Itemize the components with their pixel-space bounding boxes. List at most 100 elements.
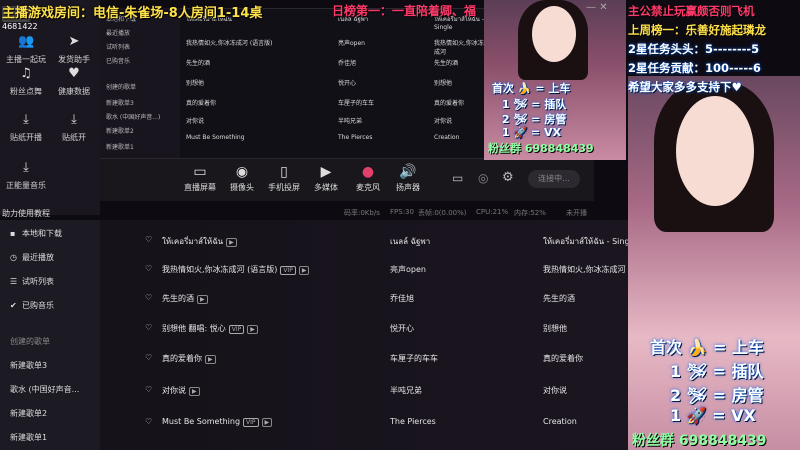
sidebar-item-local[interactable]: ▪ 本地和下载 [10, 228, 62, 239]
song-title: 真的爱着你 ▶ [162, 353, 216, 364]
sidebar-section-created: 创建的歌单 [10, 337, 50, 346]
heart-icon[interactable]: ♡ [145, 385, 152, 394]
song-artist[interactable]: 半吨兄弟 [390, 385, 422, 396]
song-artist[interactable]: 悦开心 [390, 323, 414, 334]
song-artist[interactable]: The Pierces [390, 417, 436, 426]
caption-line: 1 🚀 = VX [502, 126, 562, 139]
screen-icon: ▭ [193, 164, 207, 180]
mic-button[interactable]: ● 麦克风 [346, 164, 390, 193]
rail-button-music[interactable]: ⤓ 正能量音乐 [2, 160, 50, 191]
song-album[interactable]: Creation [543, 417, 577, 426]
connect-button[interactable]: 连接中... [528, 170, 580, 188]
song-artist[interactable]: 亮声open [390, 264, 426, 275]
play-icon[interactable]: ▶ [197, 295, 208, 304]
info-line: 上周榜一：乐善好施起璘龙 [628, 23, 766, 37]
heart-icon[interactable]: ♡ [145, 323, 152, 332]
song-album[interactable]: 我热情如火,你冰冻成河 [543, 264, 626, 275]
bell-icon: ♫ [20, 66, 32, 81]
fan-group-number: 粉丝群 698848439 [488, 142, 594, 155]
users-icon: 👥 [18, 34, 35, 49]
play-icon[interactable]: ▶ [247, 325, 258, 334]
sidebar-item-playlist[interactable]: 新建歌单2 [10, 408, 47, 419]
rail-button-fan-dance[interactable]: ♫ 粉丝点舞 [2, 66, 50, 97]
heart-pulse-icon: ♥ [68, 66, 80, 81]
song-album[interactable]: 对你说 [543, 385, 567, 396]
song-artist[interactable]: 乔佳旭 [390, 293, 414, 304]
download-icon: ⤓ [71, 112, 77, 127]
song-artist[interactable]: เนลล์ ฉัฐพา [390, 235, 430, 248]
minimize-icon[interactable]: — [586, 2, 596, 13]
song-album[interactable]: ให้เคอรี่มาส์ให้ฉัน - Single [543, 235, 637, 248]
song-title: 我热情如火,你冰冻成河 (语言版) VIP ▶ [162, 264, 310, 275]
camera-button[interactable]: ◉ 摄像头 [220, 164, 264, 193]
song-artist[interactable]: 车厘子的车车 [390, 353, 438, 364]
song-album[interactable]: 先生的酒 [543, 293, 575, 304]
mini-sidebar-item[interactable]: 新建歌单1 [106, 142, 134, 151]
gear-icon[interactable]: ⚙ [502, 170, 514, 185]
sidebar-item-recent[interactable]: ◷ 最近播放 [10, 252, 54, 263]
mic-icon: ● [361, 164, 375, 180]
mini-sidebar-item[interactable]: 新建歌单2 [106, 126, 134, 135]
eye-icon[interactable]: ◎ [478, 171, 488, 185]
media-button[interactable]: ▶ 多媒体 [304, 164, 348, 193]
mini-sidebar-item[interactable]: 歌水 (中国好声音...) [106, 112, 160, 121]
info-line: 2星任务贡献：100-----6 [628, 61, 761, 75]
mini-sidebar-item[interactable]: 新建歌单3 [106, 98, 134, 107]
speaker-icon: 🔊 [399, 164, 417, 180]
table-row[interactable]: ♡ 我热情如火,你冰冻成河 (语言版) VIP ▶ 亮声open 我热情如火,你冰冻… [100, 259, 628, 281]
sidebar-item-purchased[interactable]: ✔ 已购音乐 [10, 300, 54, 311]
play-icon[interactable]: ▶ [298, 266, 310, 275]
caption-line: 1 🛩 = 插队 [670, 362, 764, 381]
song-title: 别想他 翻唱: 悦心 VIP ▶ [162, 323, 258, 334]
table-row[interactable]: ♡ 别想他 翻唱: 悦心 VIP ▶ 悦开心 别想他 [100, 318, 628, 340]
speaker-button[interactable]: 🔊 扬声器 [386, 164, 430, 193]
tutorial-link[interactable]: 助力使用教程 [2, 208, 50, 219]
song-title: 先生的酒 ▶ [162, 293, 208, 304]
streamer-camera-large: 首次 🍌 = 上车 1 🛩 = 插队 2 🛩 = 房管 1 🚀 = VX 粉丝群… [628, 76, 800, 450]
heart-icon[interactable]: ♡ [145, 264, 152, 273]
table-row[interactable]: ♡ ให้เคอรี่มาส์ให้ฉัน ▶ เนลล์ ฉัฐพา ให้เค… [100, 230, 637, 252]
info-line: 希望大家多多支持下♥ [628, 80, 742, 94]
sidebar-item-playlist[interactable]: 新建歌单3 [10, 360, 47, 371]
table-row[interactable]: ♡ Must Be Something VIP ▶ The Pierces Crea… [100, 412, 628, 434]
heart-icon[interactable]: ♡ [145, 235, 152, 244]
close-icon[interactable]: ✕ [599, 2, 607, 13]
table-row[interactable]: ♡ 对你说 ▶ 半吨兄弟 对你说 [100, 380, 628, 402]
rail-button-play-together[interactable]: 👥 主播一起玩 [2, 34, 50, 65]
mini-sidebar-item: 创建的歌单 [106, 84, 137, 91]
status-strip: 码率:0Kb/s FPS:30 丢帧:0(0.00%) CPU:21% 内存:5… [344, 208, 587, 217]
sidebar-item-playlist[interactable]: 歌水 (中国好声音... [10, 384, 79, 395]
heart-icon[interactable]: ♡ [145, 353, 152, 362]
screen-capture-button[interactable]: ▭ 直播屏幕 [178, 164, 222, 193]
window-controls[interactable]: — ✕ [586, 2, 608, 13]
rail-button-delivery[interactable]: ➤ 发货助手 [50, 34, 98, 65]
mini-sidebar-item[interactable]: 试听列表 [106, 42, 130, 51]
rail-button-sticker[interactable]: ⤓ 贴纸开播 [2, 112, 50, 143]
sidebar-item-trial[interactable]: ☰ 试听列表 [10, 276, 54, 287]
list-icon: ☰ [10, 277, 18, 286]
heart-icon[interactable]: ♡ [145, 293, 152, 302]
heart-icon[interactable]: ♡ [145, 417, 152, 426]
table-row[interactable]: ♡ 先生的酒 ▶ 乔佳旭 先生的酒 [100, 288, 628, 310]
sidebar-item-playlist[interactable]: 新建歌单1 [10, 432, 47, 443]
record-icon[interactable]: ▭ [452, 171, 463, 185]
mini-sidebar-item[interactable]: 最近播放 [106, 28, 130, 37]
download-icon: ⤓ [23, 112, 29, 127]
song-title: Must Be Something VIP ▶ [162, 417, 273, 427]
play-icon[interactable]: ▶ [261, 418, 273, 427]
play-icon[interactable]: ▶ [226, 238, 237, 247]
caption-line: 首次 🍌 = 上车 [492, 82, 571, 95]
rail-button-sticker-2[interactable]: ⤓ 贴纸开 [50, 112, 98, 143]
table-row[interactable]: ♡ 真的爱着你 ▶ 车厘子的车车 真的爱着你 [100, 348, 628, 370]
song-album[interactable]: 真的爱着你 [543, 353, 583, 364]
play-icon[interactable]: ▶ [205, 355, 216, 364]
play-icon[interactable]: ▶ [189, 387, 200, 396]
vip-badge: VIP [280, 266, 296, 275]
check-icon: ✔ [10, 301, 17, 310]
mini-sidebar-item[interactable]: 已购音乐 [106, 56, 130, 65]
vip-badge: VIP [228, 325, 245, 334]
song-album[interactable]: 别想他 [543, 323, 567, 334]
rail-button-health[interactable]: ♥ 健康数据 [50, 66, 98, 97]
phone-cast-button[interactable]: ▯ 手机投屏 [262, 164, 306, 193]
camera-icon: ◉ [235, 164, 249, 180]
